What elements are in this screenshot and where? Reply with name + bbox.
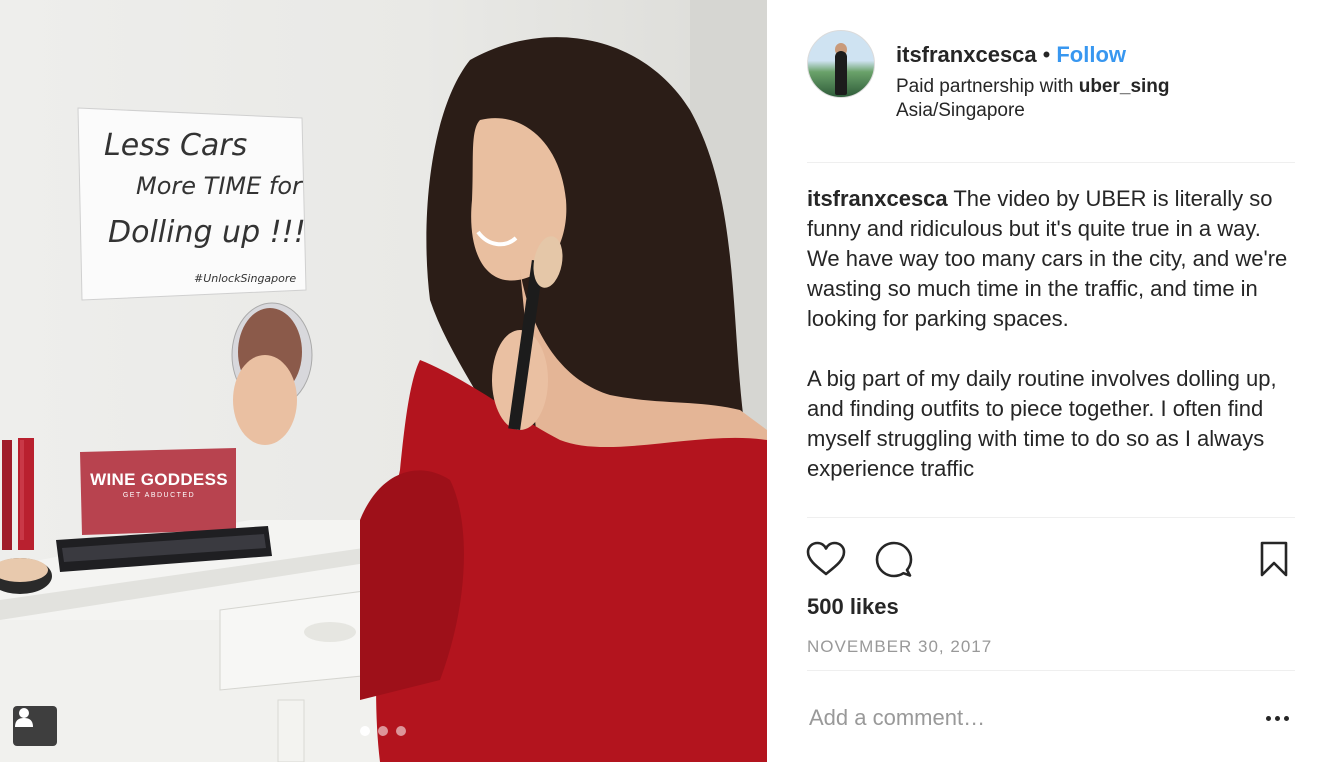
carousel-dot-2[interactable] [378, 726, 388, 736]
caption-paragraph-2: A big part of my daily routine involves … [807, 366, 1277, 481]
post-side-panel: itsfranxcesca • Follow Paid partnership wi… [767, 0, 1336, 762]
paid-partnership-label: Paid partnership with [896, 76, 1079, 97]
palette-label: WINE GODDESS GET ABDUCTED [80, 470, 238, 499]
post-actions: 500 likes NOVEMBER 30, 2017 [805, 517, 1295, 671]
partner-username[interactable]: uber_sing [1079, 76, 1170, 97]
avatar[interactable] [807, 30, 875, 98]
author-username[interactable]: itsfranxcesca [896, 42, 1037, 67]
like-count[interactable]: 500 likes [807, 594, 899, 620]
note-line-3: Dolling up !!! [108, 215, 306, 250]
save-button[interactable] [1253, 538, 1295, 580]
palette-title: WINE GODDESS [90, 470, 228, 489]
dot-separator: • [1042, 42, 1051, 67]
more-options-icon [1265, 715, 1271, 721]
caption: itsfranxcesca The video by UBER is liter… [807, 184, 1299, 517]
post-photo[interactable]: Less Cars More TIME for Dolling up !!! #… [0, 0, 767, 762]
more-options-button[interactable] [1259, 706, 1295, 730]
carousel-indicator [360, 726, 406, 736]
like-button[interactable] [805, 538, 847, 580]
heart-icon [806, 541, 846, 576]
post-date[interactable]: NOVEMBER 30, 2017 [807, 637, 992, 657]
palette-subtitle: GET ABDUCTED [122, 492, 196, 499]
note-hashtag: #UnlockSingapore [194, 272, 297, 285]
caption-username[interactable]: itsfranxcesca [807, 186, 948, 211]
note-line-2: More TIME for [136, 172, 302, 200]
speech-bubble-icon [875, 541, 913, 578]
comment-button[interactable] [873, 538, 915, 580]
note-line-1: Less Cars [104, 128, 248, 163]
photo-scene [0, 0, 767, 762]
paid-partnership: Paid partnership with uber_sing [896, 76, 1170, 98]
bookmark-icon [1260, 541, 1288, 577]
caption-paragraph-1: itsfranxcesca The video by UBER is liter… [807, 184, 1299, 334]
carousel-dot-1[interactable] [360, 726, 370, 736]
author-line: itsfranxcesca • Follow [896, 42, 1126, 68]
comment-input[interactable] [807, 698, 1231, 738]
follow-button[interactable]: Follow [1056, 42, 1126, 67]
post-header: itsfranxcesca • Follow Paid partnership wi… [807, 28, 1295, 163]
tagged-user-button[interactable] [13, 706, 57, 746]
carousel-dot-3[interactable] [396, 726, 406, 736]
comment-bar [807, 670, 1295, 762]
post-location[interactable]: Asia/Singapore [896, 100, 1025, 122]
tagged-user-icon [15, 708, 33, 727]
